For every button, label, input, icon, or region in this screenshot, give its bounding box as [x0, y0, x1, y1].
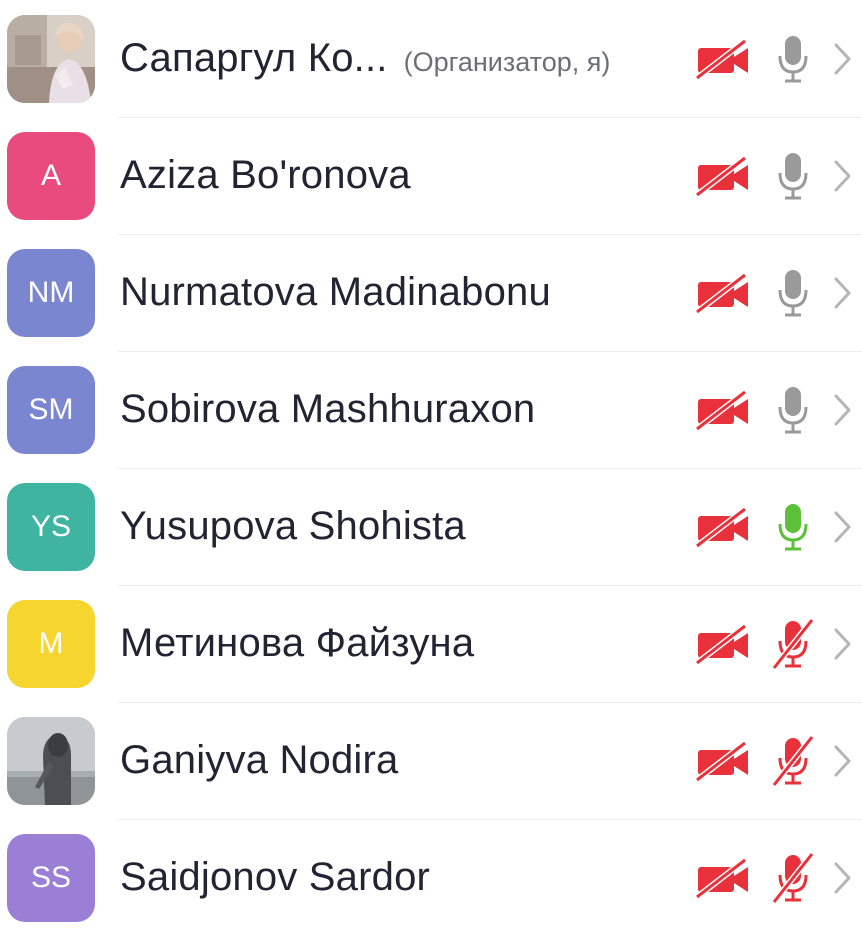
participant-row[interactable]: YS Yusupova Shohista	[0, 468, 862, 585]
avatar	[7, 716, 95, 805]
avatar: A	[7, 131, 95, 220]
video-off-icon[interactable]	[695, 857, 751, 898]
participant-name: Ganiyva Nodira	[120, 738, 399, 782]
participant-name: Yusupova Shohista	[120, 504, 466, 548]
chevron-right-icon[interactable]	[833, 861, 853, 895]
microphone-off-icon[interactable]	[770, 734, 816, 787]
chevron-right-icon[interactable]	[833, 42, 853, 76]
avatar: M	[7, 599, 95, 688]
participant-name: Sobirova Mashhuraxon	[120, 387, 536, 431]
microphone-icon[interactable]	[770, 33, 816, 85]
participant-row[interactable]: SM Sobirova Mashhuraxon	[0, 351, 862, 468]
avatar	[7, 14, 95, 103]
video-off-icon[interactable]	[695, 155, 751, 196]
participants-list: Сапаргул Ко... (Организатор, я) A Aziza …	[0, 0, 862, 922]
chevron-right-icon[interactable]	[833, 510, 853, 544]
microphone-icon[interactable]	[770, 384, 816, 436]
avatar: SM	[7, 365, 95, 454]
video-off-icon[interactable]	[695, 623, 751, 664]
video-off-icon[interactable]	[695, 272, 751, 313]
video-off-icon[interactable]	[695, 506, 751, 547]
microphone-off-icon[interactable]	[770, 851, 816, 904]
avatar: YS	[7, 482, 95, 571]
video-off-icon[interactable]	[695, 38, 751, 79]
participant-name: Nurmatova Madinabonu	[120, 270, 551, 314]
chevron-right-icon[interactable]	[833, 276, 853, 310]
participant-row[interactable]: Сапаргул Ко... (Организатор, я)	[0, 0, 862, 117]
participant-row[interactable]: M Метинова Файзуна	[0, 585, 862, 702]
avatar: SS	[7, 833, 95, 922]
participant-name: Сапаргул Ко...	[120, 36, 388, 80]
chevron-right-icon[interactable]	[833, 393, 853, 427]
microphone-off-icon[interactable]	[770, 617, 816, 670]
participant-row[interactable]: SS Saidjonov Sardor	[0, 819, 862, 936]
participant-name: Метинова Файзуна	[120, 621, 475, 665]
microphone-icon[interactable]	[770, 267, 816, 319]
microphone-active-icon[interactable]	[770, 501, 816, 553]
avatar: NM	[7, 248, 95, 337]
participant-row[interactable]: NM Nurmatova Madinabonu	[0, 234, 862, 351]
participant-name: Saidjonov Sardor	[120, 855, 431, 899]
video-off-icon[interactable]	[695, 389, 751, 430]
chevron-right-icon[interactable]	[833, 159, 853, 193]
participant-row[interactable]: Ganiyva Nodira	[0, 702, 862, 819]
video-off-icon[interactable]	[695, 740, 751, 781]
chevron-right-icon[interactable]	[833, 627, 853, 661]
participant-name: Aziza Bo'ronova	[120, 153, 411, 197]
participant-role: (Организатор, я)	[403, 47, 611, 77]
participant-row[interactable]: A Aziza Bo'ronova	[0, 117, 862, 234]
microphone-icon[interactable]	[770, 150, 816, 202]
chevron-right-icon[interactable]	[833, 744, 853, 778]
